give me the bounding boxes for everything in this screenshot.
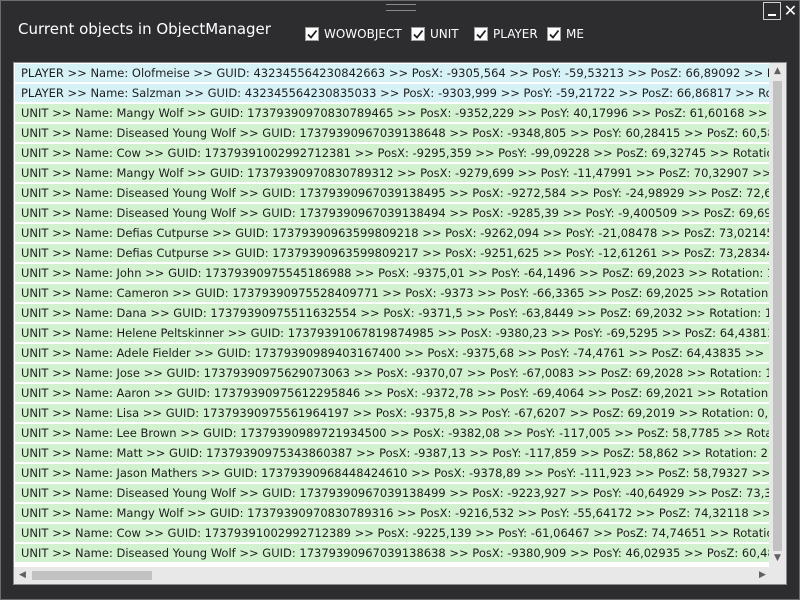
filter-player-checkbox[interactable]: PLAYER (474, 25, 538, 43)
checkmark-icon (547, 27, 561, 41)
unit-list-item[interactable]: UNIT >> Name: Diseased Young Wolf >> GUI… (15, 204, 770, 222)
scroll-down-arrow-icon[interactable]: ▼ (769, 550, 786, 567)
vertical-scroll-thumb[interactable] (773, 81, 782, 551)
unit-list-item[interactable]: UNIT >> Name: Mangy Wolf >> GUID: 173793… (15, 164, 770, 182)
unit-list-item[interactable]: UNIT >> Name: Dana >> GUID: 173793909755… (15, 304, 770, 322)
scroll-up-arrow-icon[interactable]: ▲ (769, 63, 786, 80)
scrollbar-corner (769, 567, 786, 584)
scroll-left-arrow-icon[interactable]: ◀ (14, 567, 31, 584)
filter-unit-label: UNIT (430, 27, 459, 41)
unit-list-item[interactable]: UNIT >> Name: Jose >> GUID: 173793909756… (15, 364, 770, 382)
object-listbox[interactable]: PLAYER >> Name: Olofmeise >> GUID: 43234… (13, 62, 787, 585)
unit-list-item[interactable]: UNIT >> Name: John >> GUID: 173793909755… (15, 264, 770, 282)
unit-list-item[interactable]: UNIT >> Name: Diseased Young Wolf >> GUI… (15, 544, 770, 562)
filter-unit-checkbox[interactable]: UNIT (411, 25, 459, 43)
unit-list-item[interactable]: UNIT >> Name: Cow >> GUID: 1737939100299… (15, 524, 770, 542)
unit-list-item[interactable]: UNIT >> Name: Lee Brown >> GUID: 1737939… (15, 424, 770, 442)
window-drag-grip[interactable] (386, 4, 416, 11)
unit-list-item[interactable]: UNIT >> Name: Mangy Wolf >> GUID: 173793… (15, 504, 770, 522)
unit-list-item[interactable]: UNIT >> Name: Diseased Young Wolf >> GUI… (15, 484, 770, 502)
unit-list-item[interactable]: UNIT >> Name: Diseased Young Wolf >> GUI… (15, 124, 770, 142)
filter-me-label: ME (566, 27, 584, 41)
unit-list-item[interactable]: UNIT >> Name: Mangy Wolf >> GUID: 173793… (15, 104, 770, 122)
unit-list-item[interactable]: UNIT >> Name: Aaron >> GUID: 17379390975… (15, 384, 770, 402)
unit-list-item[interactable]: UNIT >> Name: Defias Cutpurse >> GUID: 1… (15, 244, 770, 262)
minimize-icon (768, 14, 776, 16)
unit-list-item[interactable]: UNIT >> Name: Adele Fielder >> GUID: 173… (15, 344, 770, 362)
player-list-item[interactable]: PLAYER >> Name: Salzman >> GUID: 4323455… (15, 84, 770, 102)
checkmark-icon (411, 27, 425, 41)
unit-list-item[interactable]: UNIT >> Name: Jason Mathers >> GUID: 173… (15, 464, 770, 482)
unit-list-item[interactable]: UNIT >> Name: Cameron >> GUID: 173793909… (15, 284, 770, 302)
horizontal-scrollbar[interactable]: ◀ ▶ (14, 567, 771, 584)
unit-list-item[interactable]: UNIT >> Name: Cow >> GUID: 1737939100299… (15, 144, 770, 162)
filter-player-label: PLAYER (493, 27, 538, 41)
filter-wowobject-label: WOWOBJECT (324, 27, 402, 41)
filter-wowobject-checkbox[interactable]: WOWOBJECT (305, 25, 402, 43)
vertical-scrollbar[interactable]: ▲ ▼ (769, 63, 786, 567)
unit-list-item[interactable]: UNIT >> Name: Helene Peltskinner >> GUID… (15, 324, 770, 342)
checkmark-icon (305, 27, 319, 41)
horizontal-scroll-thumb[interactable] (32, 571, 152, 580)
object-list-rows: PLAYER >> Name: Olofmeise >> GUID: 43234… (15, 64, 770, 568)
unit-list-item[interactable]: UNIT >> Name: Defias Cutpurse >> GUID: 1… (15, 224, 770, 242)
filter-me-checkbox[interactable]: ME (547, 25, 584, 43)
checkmark-icon (474, 27, 488, 41)
window-title: Current objects in ObjectManager (18, 20, 271, 38)
player-list-item[interactable]: PLAYER >> Name: Olofmeise >> GUID: 43234… (15, 64, 770, 82)
object-manager-window: ✕ Current objects in ObjectManager WOWOB… (0, 0, 800, 600)
unit-list-item[interactable]: UNIT >> Name: Lisa >> GUID: 173793909755… (15, 404, 770, 422)
close-button[interactable]: ✕ (782, 2, 799, 20)
unit-list-item[interactable]: UNIT >> Name: Matt >> GUID: 173793909753… (15, 444, 770, 462)
minimize-button[interactable] (763, 2, 781, 20)
unit-list-item[interactable]: UNIT >> Name: Diseased Young Wolf >> GUI… (15, 184, 770, 202)
